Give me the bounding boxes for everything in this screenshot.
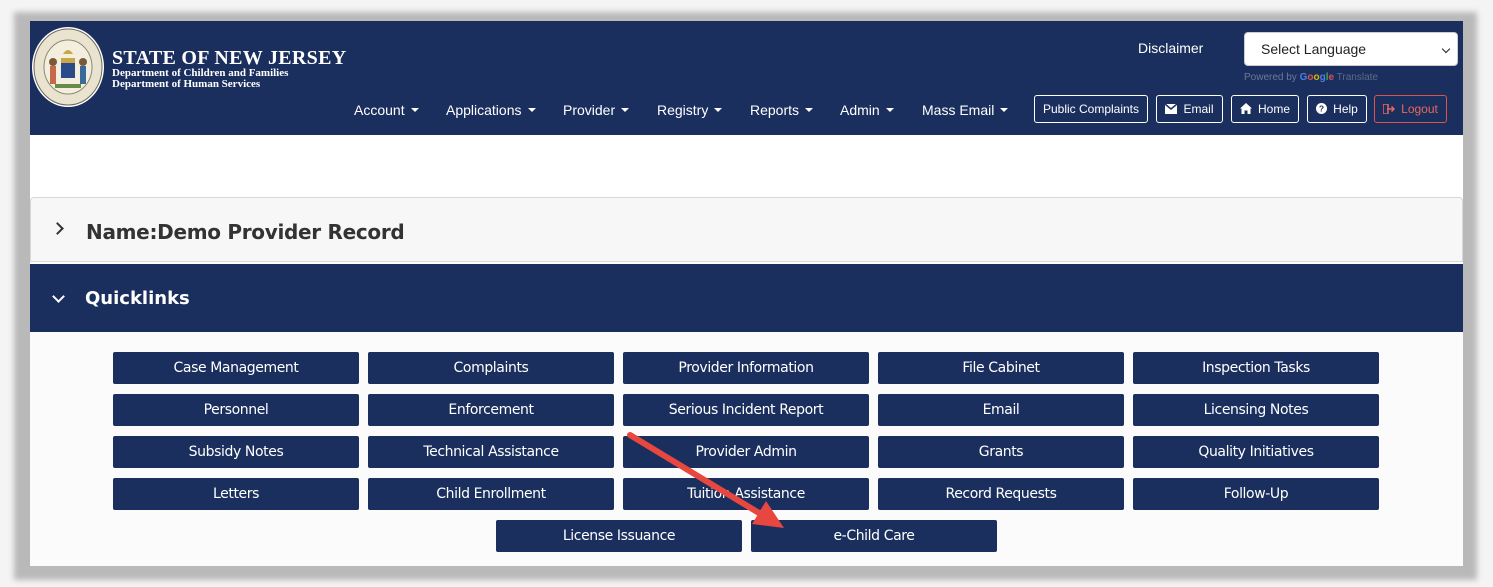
google-logo-text: Google bbox=[1299, 72, 1335, 83]
nav-applications[interactable]: Applications bbox=[446, 100, 536, 120]
quicklink-quality-initiatives[interactable]: Quality Initiatives bbox=[1133, 436, 1379, 468]
envelope-icon bbox=[1165, 104, 1178, 114]
quicklink-subsidy-notes[interactable]: Subsidy Notes bbox=[113, 436, 359, 468]
quicklink-enforcement[interactable]: Enforcement bbox=[368, 394, 614, 426]
chevron-down-icon bbox=[1441, 44, 1451, 54]
chevron-down-icon bbox=[52, 290, 65, 303]
home-icon bbox=[1239, 103, 1252, 114]
help-button[interactable]: ? Help bbox=[1307, 95, 1367, 123]
site-header: STATE OF NEW JERSEY Department of Childr… bbox=[30, 21, 1463, 135]
chevron-right-icon bbox=[51, 222, 64, 235]
help-label: Help bbox=[1333, 102, 1358, 116]
caret-down-icon bbox=[410, 108, 419, 112]
quicklink-file-cabinet[interactable]: File Cabinet bbox=[878, 352, 1124, 384]
public-complaints-label: Public Complaints bbox=[1042, 102, 1140, 116]
language-select-value: Select Language bbox=[1261, 41, 1367, 57]
quicklinks-title: Quicklinks bbox=[85, 288, 190, 309]
email-label: Email bbox=[1183, 102, 1214, 116]
nav-reports[interactable]: Reports bbox=[750, 100, 814, 120]
quicklink-child-enrollment[interactable]: Child Enrollment bbox=[368, 478, 614, 510]
content-spacer bbox=[30, 135, 1463, 197]
disclaimer-link[interactable]: Disclaimer bbox=[1138, 40, 1203, 56]
quicklink-licensing-notes[interactable]: Licensing Notes bbox=[1133, 394, 1379, 426]
quicklink-tuition-assistance[interactable]: Tuition Assistance bbox=[623, 478, 869, 510]
nav-provider[interactable]: Provider bbox=[563, 100, 630, 120]
nj-state-seal-icon bbox=[32, 27, 104, 107]
logout-label: Logout bbox=[1401, 102, 1438, 116]
nav-account[interactable]: Account bbox=[354, 100, 419, 120]
language-select[interactable]: Select Language bbox=[1244, 32, 1458, 66]
quicklink-case-management[interactable]: Case Management bbox=[113, 352, 359, 384]
screenshot-frame: STATE OF NEW JERSEY Department of Childr… bbox=[0, 0, 1493, 587]
quicklink-complaints[interactable]: Complaints bbox=[368, 352, 614, 384]
nav-mass-email[interactable]: Mass Email bbox=[922, 100, 1009, 120]
quicklinks-panel-header[interactable]: Quicklinks bbox=[30, 264, 1463, 332]
quicklink-grants[interactable]: Grants bbox=[878, 436, 1124, 468]
quicklink-serious-incident-report[interactable]: Serious Incident Report bbox=[623, 394, 869, 426]
brand-title: STATE OF NEW JERSEY bbox=[112, 47, 347, 69]
quicklink-follow-up[interactable]: Follow-Up bbox=[1133, 478, 1379, 510]
quicklink-letters[interactable]: Letters bbox=[113, 478, 359, 510]
nav-admin[interactable]: Admin bbox=[840, 100, 894, 120]
quicklinks-body: Case Management Complaints Provider Info… bbox=[30, 332, 1463, 566]
sign-out-icon bbox=[1383, 104, 1396, 114]
caret-down-icon bbox=[885, 108, 894, 112]
quicklink-provider-information[interactable]: Provider Information bbox=[623, 352, 869, 384]
home-button[interactable]: Home bbox=[1231, 95, 1299, 123]
translate-text: Translate bbox=[1336, 72, 1378, 83]
nav-registry[interactable]: Registry bbox=[657, 100, 723, 120]
quicklink-personnel[interactable]: Personnel bbox=[113, 394, 359, 426]
app-window: STATE OF NEW JERSEY Department of Childr… bbox=[30, 21, 1463, 566]
svg-text:?: ? bbox=[1319, 104, 1324, 114]
caret-down-icon bbox=[621, 108, 630, 112]
quicklink-email[interactable]: Email bbox=[878, 394, 1124, 426]
google-translate-attribution: Powered by Google Translate bbox=[1244, 72, 1378, 83]
caret-down-icon bbox=[527, 108, 536, 112]
home-label: Home bbox=[1257, 102, 1290, 116]
question-circle-icon: ? bbox=[1316, 103, 1328, 114]
quicklink-provider-admin[interactable]: Provider Admin bbox=[623, 436, 869, 468]
caret-down-icon bbox=[714, 108, 723, 112]
caret-down-icon bbox=[805, 108, 814, 112]
quicklink-inspection-tasks[interactable]: Inspection Tasks bbox=[1133, 352, 1379, 384]
brand-subtitle-dhs: Department of Human Services bbox=[112, 78, 261, 90]
quicklink-license-issuance[interactable]: License Issuance bbox=[496, 520, 742, 552]
caret-down-icon bbox=[1000, 108, 1009, 112]
quicklink-technical-assistance[interactable]: Technical Assistance bbox=[368, 436, 614, 468]
provider-name-panel[interactable]: Name:Demo Provider Record bbox=[30, 197, 1463, 262]
quicklink-e-child-care[interactable]: e-Child Care bbox=[751, 520, 997, 552]
public-complaints-button[interactable]: Public Complaints bbox=[1034, 95, 1148, 123]
powered-by-text: Powered by bbox=[1244, 72, 1297, 83]
email-button[interactable]: Email bbox=[1156, 95, 1223, 123]
brand: STATE OF NEW JERSEY Department of Childr… bbox=[112, 48, 346, 90]
logout-button[interactable]: Logout bbox=[1374, 95, 1447, 123]
quicklink-record-requests[interactable]: Record Requests bbox=[878, 478, 1124, 510]
provider-name-label: Name:Demo Provider Record bbox=[86, 220, 405, 244]
